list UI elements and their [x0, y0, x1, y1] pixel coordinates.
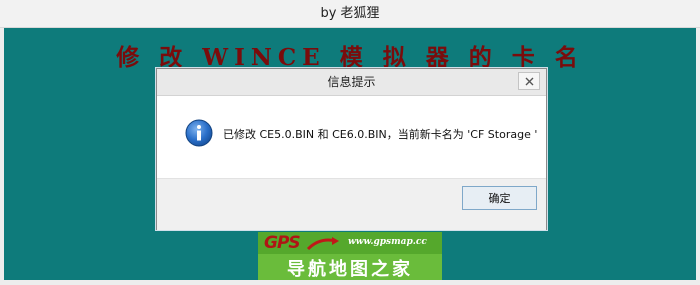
logo-name: 导航地图之家: [287, 259, 413, 280]
message-dialog: 信息提示 已修改 CE5.0.BIN 和 CE6.0.BIN，当前新卡名为 'C…: [156, 68, 547, 230]
logo-brand: GPS: [264, 233, 301, 253]
close-icon: [525, 77, 534, 86]
logo-swoosh-icon: [306, 237, 339, 251]
page-heading: 修 改 WINCE 模 拟 器 的 卡 名: [116, 44, 584, 71]
close-button[interactable]: [518, 72, 540, 90]
dialog-title: 信息提示: [327, 75, 376, 89]
ok-button[interactable]: 确定: [462, 186, 537, 210]
logo-url: www.gpsmap.cc: [348, 237, 427, 247]
site-logo: GPS www.gpsmap.cc 导航地图之家: [258, 232, 442, 280]
dialog-footer: 确定: [157, 178, 546, 230]
dialog-message: 已修改 CE5.0.BIN 和 CE6.0.BIN，当前新卡名为 'CF Sto…: [223, 128, 538, 141]
window-titlebar[interactable]: by 老狐狸: [0, 0, 700, 28]
window-title: by 老狐狸: [320, 6, 380, 21]
info-icon: [185, 119, 213, 147]
dialog-body: 已修改 CE5.0.BIN 和 CE6.0.BIN，当前新卡名为 'CF Sto…: [157, 96, 546, 178]
dialog-titlebar[interactable]: 信息提示: [157, 69, 546, 96]
application-window: by 老狐狸 修 改 WINCE 模 拟 器 的 卡 名 信息提示 已修改 CE…: [0, 0, 700, 285]
